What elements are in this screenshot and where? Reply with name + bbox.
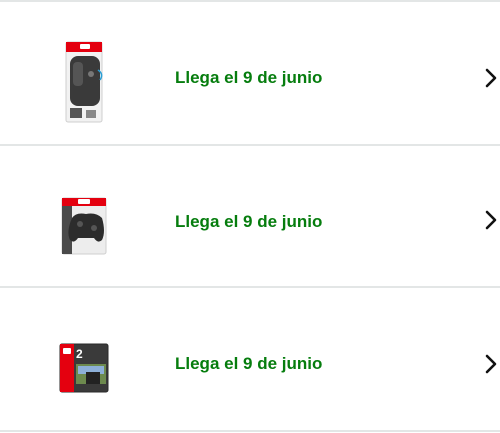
divider — [0, 430, 500, 432]
delivery-date: Llega el 9 de junio — [175, 212, 323, 231]
svg-text:2: 2 — [76, 347, 83, 361]
chevron-right-icon — [484, 354, 498, 374]
order-list: Llega el 9 de junio Llega el 9 de junio — [0, 0, 500, 433]
order-item-joycon-grip[interactable]: Llega el 9 de junio — [0, 2, 500, 144]
order-item-pro-controller[interactable]: Llega el 9 de junio — [0, 146, 500, 288]
delivery-date: Llega el 9 de junio — [175, 68, 323, 87]
joycon-grip-package-icon — [56, 40, 116, 124]
pro-controller-package-icon — [56, 194, 116, 278]
order-item-switch-2-console[interactable]: 2 Llega el 9 de junio — [0, 288, 500, 430]
switch-2-console-package-icon: 2 — [56, 342, 116, 426]
delivery-date: Llega el 9 de junio — [175, 354, 323, 373]
chevron-right-icon — [484, 210, 498, 230]
chevron-right-icon — [484, 68, 498, 88]
